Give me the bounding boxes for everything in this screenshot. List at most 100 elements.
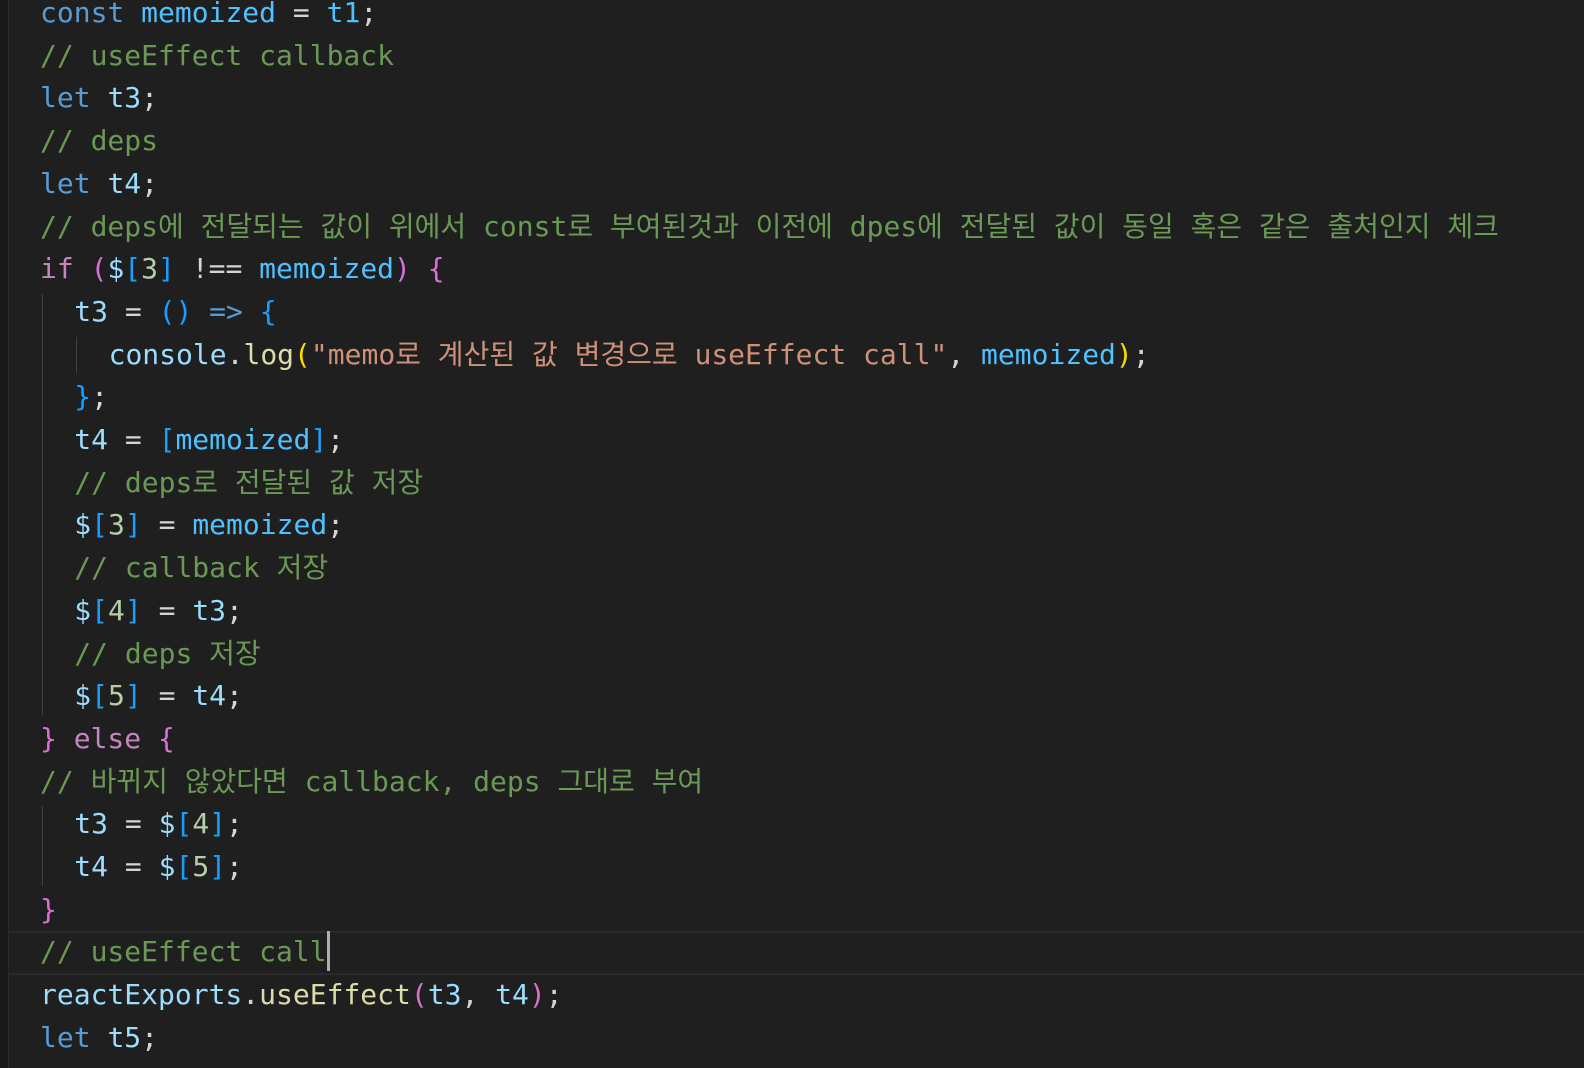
code-token: [ bbox=[91, 679, 109, 713]
code-token: , bbox=[947, 337, 982, 371]
code-token: [ bbox=[175, 850, 193, 883]
code-token: [ bbox=[158, 423, 176, 456]
code-line[interactable]: } bbox=[40, 888, 57, 931]
code-token: 5 bbox=[192, 850, 210, 883]
code-token: 3 bbox=[141, 252, 159, 286]
code-token: 4 bbox=[108, 593, 125, 627]
code-token: ; bbox=[141, 166, 159, 200]
code-token: !== bbox=[174, 252, 260, 286]
code-token: ; bbox=[327, 423, 345, 456]
code-line[interactable]: let t4; bbox=[40, 162, 158, 205]
code-token: // useEffect call bbox=[40, 935, 327, 969]
code-token: ] bbox=[124, 679, 142, 713]
code-line[interactable]: // useEffect callback bbox=[40, 34, 394, 77]
code-token: memoized bbox=[981, 337, 1116, 371]
code-line[interactable]: } else { bbox=[40, 717, 175, 760]
code-token: ( bbox=[294, 337, 311, 371]
code-token: memoized bbox=[175, 423, 311, 456]
code-line[interactable]: // 바뀌지 않았다면 callback, deps 그대로 부여 bbox=[40, 760, 703, 803]
code-line[interactable]: let t5; bbox=[40, 1016, 158, 1059]
code-token: , bbox=[461, 978, 496, 1012]
code-token: = bbox=[108, 850, 159, 883]
code-token: ( bbox=[90, 252, 108, 286]
code-token: // deps로 전달된 값 저장 bbox=[74, 465, 424, 499]
code-token: $ bbox=[74, 679, 92, 713]
code-token: ] bbox=[209, 807, 227, 841]
code-token: { bbox=[259, 294, 277, 328]
code-token: ] bbox=[124, 593, 142, 627]
code-line[interactable]: // deps로 전달된 값 저장 bbox=[74, 461, 423, 504]
code-token: [ bbox=[124, 252, 142, 286]
code-line[interactable]: let t3; bbox=[40, 76, 158, 119]
code-token: [ bbox=[175, 807, 193, 841]
code-token: ; bbox=[226, 679, 243, 713]
code-token: ] bbox=[310, 423, 328, 456]
code-token: // useEffect callback bbox=[40, 38, 395, 72]
code-token: memoized bbox=[192, 508, 328, 542]
code-token: // callback 저장 bbox=[74, 551, 329, 585]
code-token: const bbox=[40, 0, 125, 29]
code-token: t5 bbox=[107, 1020, 142, 1054]
code-line[interactable]: reactExports.useEffect(t3, t4); bbox=[40, 973, 563, 1016]
code-line[interactable]: if ($[3] !== memoized) { bbox=[40, 247, 445, 290]
code-token: t3 bbox=[427, 978, 462, 1012]
code-token: $ bbox=[74, 508, 92, 542]
code-token: t4 bbox=[107, 166, 142, 200]
code-token: console bbox=[108, 337, 227, 371]
code-token: $ bbox=[158, 850, 176, 883]
code-token: = bbox=[276, 0, 327, 29]
code-token: = bbox=[141, 593, 193, 627]
code-token: t3 bbox=[192, 593, 227, 627]
code-token: = bbox=[141, 679, 193, 713]
code-line[interactable]: }; bbox=[74, 375, 108, 418]
code-token: ) bbox=[528, 978, 546, 1012]
code-line[interactable]: t4 = [memoized]; bbox=[74, 418, 344, 461]
code-token: 3 bbox=[108, 508, 125, 542]
code-line[interactable]: // callback 저장 bbox=[74, 546, 328, 589]
code-line[interactable]: const memoized = t1; bbox=[40, 0, 377, 34]
code-token: $ bbox=[158, 807, 176, 841]
code-token: } bbox=[40, 721, 57, 755]
code-token: t1 bbox=[326, 0, 361, 29]
code-line[interactable]: // deps에 전달되는 값이 위에서 const로 부여된것과 이전에 dp… bbox=[40, 205, 1499, 248]
code-token: () bbox=[158, 294, 193, 328]
code-token: ] bbox=[209, 850, 227, 883]
code-line[interactable]: console.log("memo로 계산된 값 변경으로 useEffect … bbox=[109, 333, 1150, 376]
code-token: t4 bbox=[74, 423, 109, 456]
code-token: $ bbox=[107, 252, 125, 286]
code-token: ; bbox=[360, 0, 378, 29]
code-token: 4 bbox=[192, 807, 210, 841]
code-token: $ bbox=[74, 593, 92, 627]
code-token: = bbox=[141, 508, 193, 542]
code-editor[interactable]: const memoized = t1; // useEffect callbac… bbox=[0, 0, 1584, 1068]
code-line[interactable]: $[4] = t3; bbox=[74, 589, 243, 632]
code-line[interactable]: $[3] = memoized; bbox=[74, 503, 344, 546]
code-line[interactable]: t4 = $[5]; bbox=[74, 845, 243, 888]
code-line[interactable]: // useEffect call bbox=[40, 930, 330, 973]
code-line[interactable]: // deps bbox=[40, 119, 158, 162]
indent-guide bbox=[42, 806, 43, 886]
code-token: t4 bbox=[192, 679, 227, 713]
code-token: else bbox=[73, 721, 142, 755]
code-token: = bbox=[108, 423, 159, 456]
code-token: let bbox=[40, 81, 91, 115]
code-token: . bbox=[226, 337, 244, 371]
code-token: let bbox=[40, 166, 91, 200]
code-token: ) bbox=[394, 252, 411, 286]
code-token: // deps bbox=[40, 124, 159, 158]
code-line[interactable]: t3 = $[4]; bbox=[74, 802, 243, 845]
code-token: { bbox=[427, 252, 445, 286]
code-token: 5 bbox=[108, 679, 125, 713]
code-token: memoized bbox=[141, 0, 277, 29]
code-token: reactExports bbox=[40, 978, 243, 1012]
code-line[interactable]: t3 = () => { bbox=[74, 290, 276, 333]
code-token: t3 bbox=[74, 294, 109, 328]
code-line[interactable]: $[5] = t4; bbox=[74, 674, 243, 717]
code-token: ; bbox=[141, 1020, 159, 1054]
code-line[interactable]: // deps 저장 bbox=[74, 632, 260, 675]
code-token: // 바뀌지 않았다면 callback, deps 그대로 부여 bbox=[40, 764, 704, 798]
